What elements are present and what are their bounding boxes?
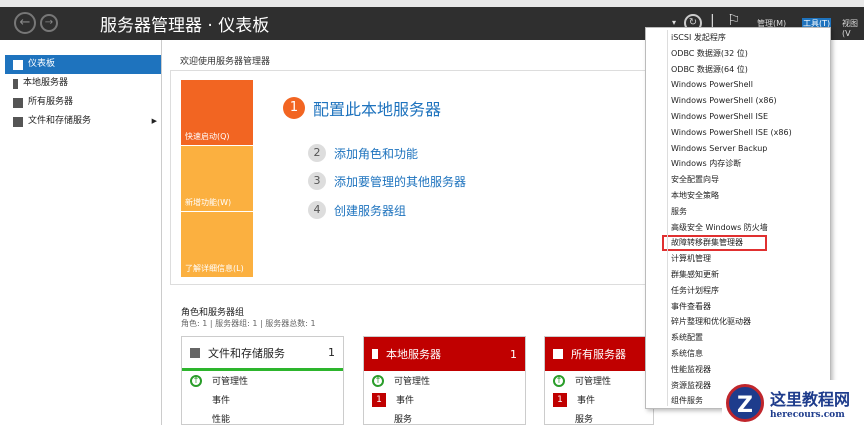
servers-icon <box>553 349 563 359</box>
row-label: 事件 <box>396 396 415 406</box>
row-label: 可管理性 <box>212 377 249 387</box>
row-label: 服务 <box>394 415 413 425</box>
card-row[interactable]: ↑ 可管理性 <box>182 371 343 390</box>
card-title: 本地服务器 <box>386 348 441 361</box>
sidebar-item-label: 仪表板 <box>28 59 56 69</box>
menu-item[interactable]: Windows 内存诊断 <box>646 156 830 172</box>
menu-item[interactable]: 本地安全策略 <box>646 188 830 204</box>
tools-dropdown-menu: iSCSI 发起程序 ODBC 数据源(32 位) ODBC 数据源(64 位) Wi… <box>645 27 831 409</box>
step-label: 配置此本地服务器 <box>313 100 442 119</box>
menu-item[interactable]: 任务计划程序 <box>646 283 830 299</box>
dropdown-arrow-icon[interactable]: ▾ <box>672 18 676 27</box>
menu-item[interactable]: Windows PowerShell (x86) <box>646 93 830 109</box>
card-title: 所有服务器 <box>571 348 626 361</box>
menu-item[interactable]: Windows PowerShell ISE <box>646 109 830 125</box>
ok-status-icon: ↑ <box>372 374 384 387</box>
menu-item[interactable]: 安全配置向导 <box>646 172 830 188</box>
card-row[interactable]: 1 事件 <box>545 390 653 409</box>
menu-item[interactable]: 群集感知更新 <box>646 267 830 283</box>
watermark: Z 这里教程网 herecours.com <box>722 380 864 425</box>
server-icon <box>13 78 18 89</box>
menu-item[interactable]: 性能监视器 <box>646 362 830 378</box>
card-title: 文件和存储服务 <box>208 346 285 360</box>
sidebar-item-label: 所有服务器 <box>28 97 74 107</box>
alert-badge: 1 <box>553 392 567 407</box>
menu-item[interactable]: Windows PowerShell ISE (x86) <box>646 125 830 141</box>
card-row[interactable]: ↑ 可管理性 <box>545 371 653 390</box>
card-local-server[interactable]: 本地服务器 1 ↑ 可管理性 1 事件 服务 <box>363 336 526 425</box>
menu-item[interactable]: ODBC 数据源(32 位) <box>646 46 830 62</box>
row-label: 事件 <box>577 396 596 406</box>
sidebar-item-file-storage[interactable]: 文件和存储服务 ▶ <box>5 112 161 131</box>
step-number: 4 <box>308 201 326 219</box>
row-label: 事件 <box>212 396 231 406</box>
view-menu[interactable]: 视图(V <box>842 18 864 38</box>
sidebar: 仪表板 本地服务器 所有服务器 文件和存储服务 ▶ <box>0 40 162 425</box>
menu-item[interactable]: Windows PowerShell <box>646 77 830 93</box>
step-number: 1 <box>283 97 305 119</box>
menu-item[interactable]: Windows Server Backup <box>646 141 830 157</box>
card-row[interactable]: 1 事件 <box>364 390 525 409</box>
watermark-logo: Z <box>726 383 764 422</box>
card-row[interactable]: 服务 <box>545 409 653 428</box>
sidebar-item-all-servers[interactable]: 所有服务器 <box>5 93 161 112</box>
storage-icon <box>13 116 23 127</box>
expand-arrow-icon[interactable]: ▶ <box>152 112 157 131</box>
server-icon <box>372 349 378 359</box>
page-title: 服务器管理器 · 仪表板 <box>100 16 270 36</box>
menu-item[interactable]: 服务 <box>646 204 830 220</box>
dashboard-icon <box>13 59 23 70</box>
row-label: 可管理性 <box>575 377 612 387</box>
back-button[interactable]: ← <box>14 12 36 34</box>
menu-item[interactable]: 计算机管理 <box>646 251 830 267</box>
watermark-name: 这里教程网 <box>770 389 851 409</box>
menu-item[interactable]: 系统信息 <box>646 346 830 362</box>
sidebar-item-label: 文件和存储服务 <box>28 116 92 126</box>
ok-status-icon: ↑ <box>190 374 202 387</box>
step-add-servers[interactable]: 3 添加要管理的其他服务器 <box>308 172 466 190</box>
card-row[interactable]: ↑ 可管理性 <box>364 371 525 390</box>
row-label: 可管理性 <box>394 377 431 387</box>
step-number: 3 <box>308 172 326 190</box>
menu-item[interactable]: 高级安全 Windows 防火墙 <box>646 220 830 236</box>
row-label: 性能 <box>212 415 231 425</box>
step-label: 添加角色和功能 <box>334 146 419 161</box>
sidebar-item-label: 本地服务器 <box>23 78 69 88</box>
window-top-strip <box>0 0 864 7</box>
row-label: 服务 <box>575 415 594 425</box>
quick-start-tile[interactable]: 快速启动(Q) <box>181 80 253 145</box>
menu-item[interactable]: iSCSI 发起程序 <box>646 30 830 46</box>
roles-title: 角色和服务器组 <box>181 308 245 318</box>
card-count: 1 <box>328 346 335 359</box>
card-row[interactable]: 事件 <box>182 390 343 409</box>
learn-more-tile[interactable]: 了解详细信息(L) <box>181 212 253 277</box>
servers-icon <box>13 97 23 108</box>
menu-item[interactable]: 碎片整理和优化驱动器 <box>646 314 830 330</box>
watermark-url: herecours.com <box>770 409 845 420</box>
sidebar-item-local-server[interactable]: 本地服务器 <box>5 74 161 93</box>
menu-item[interactable]: 系统配置 <box>646 330 830 346</box>
card-all-servers[interactable]: 所有服务器 ↑ 可管理性 1 事件 服务 <box>544 336 654 425</box>
step-label: 创建服务器组 <box>334 203 407 218</box>
alert-badge: 1 <box>372 392 386 407</box>
step-label: 添加要管理的其他服务器 <box>334 174 467 189</box>
card-row[interactable]: 服务 <box>364 409 525 428</box>
menu-item[interactable]: 事件查看器 <box>646 299 830 315</box>
menu-item[interactable]: 故障转移群集管理器 <box>662 235 767 252</box>
step-add-roles[interactable]: 2 添加角色和功能 <box>308 144 418 162</box>
forward-button[interactable]: → <box>40 14 58 32</box>
storage-icon <box>190 347 200 358</box>
step-number: 2 <box>308 144 326 162</box>
card-file-storage[interactable]: 文件和存储服务 1 ↑ 可管理性 事件 性能 <box>181 336 344 425</box>
step-configure-local-server[interactable]: 1 配置此本地服务器 <box>283 96 441 120</box>
sidebar-item-dashboard[interactable]: 仪表板 <box>5 55 161 74</box>
ok-status-icon: ↑ <box>553 374 565 387</box>
welcome-title: 欢迎使用服务器管理器 <box>180 57 271 67</box>
menu-item[interactable]: ODBC 数据源(64 位) <box>646 62 830 78</box>
card-count: 1 <box>510 347 517 361</box>
whats-new-tile[interactable]: 新增功能(W) <box>181 146 253 211</box>
card-row[interactable]: 性能 <box>182 409 343 428</box>
roles-summary: 角色: 1 | 服务器组: 1 | 服务器总数: 1 <box>181 319 316 328</box>
step-create-group[interactable]: 4 创建服务器组 <box>308 201 406 219</box>
